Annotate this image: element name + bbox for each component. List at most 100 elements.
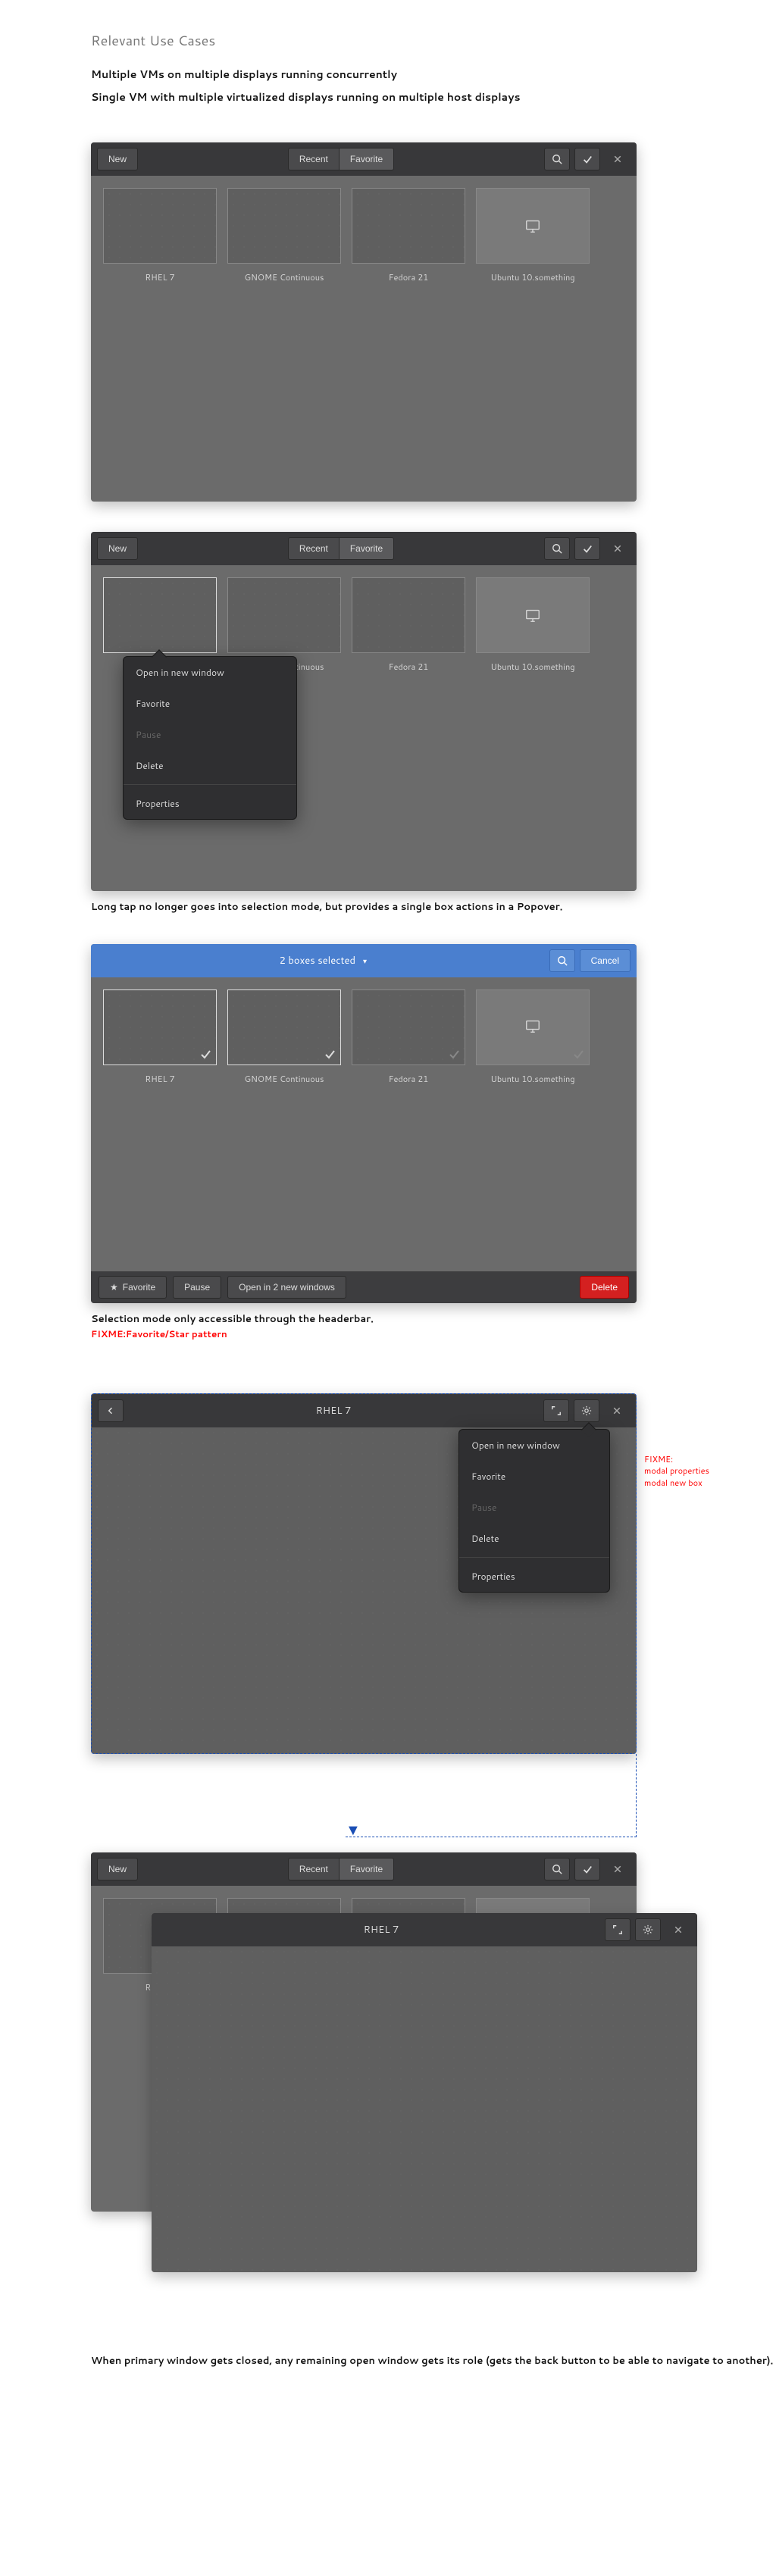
box-thumbnail (352, 577, 465, 653)
search-button[interactable] (544, 537, 570, 560)
section-heading: Relevant Use Cases (91, 30, 776, 50)
tab-recent[interactable]: Recent (288, 537, 340, 560)
tab-recent[interactable]: Recent (288, 148, 340, 170)
back-button[interactable] (98, 1399, 124, 1422)
search-icon (552, 154, 562, 164)
new-button[interactable]: New (97, 537, 138, 560)
popover-delete[interactable]: Delete (124, 750, 296, 781)
fullscreen-button[interactable] (543, 1399, 569, 1422)
box-label: GNOME Continuous (227, 1073, 341, 1085)
tab-favorite[interactable]: Favorite (340, 537, 394, 560)
box-item[interactable]: Ubuntu 10.something (476, 989, 590, 1085)
box-label: GNOME Continuous (227, 271, 341, 283)
box-item[interactable]: Ubuntu 10.something (476, 577, 590, 673)
headerbar: New Recent Favorite (91, 532, 637, 565)
boxes-window-detail: RHEL 7 (91, 1393, 637, 1754)
fullscreen-icon (551, 1405, 562, 1416)
box-thumbnail (227, 989, 341, 1065)
cancel-button[interactable]: Cancel (580, 949, 630, 972)
popover-separator (459, 1557, 609, 1558)
box-thumbnail (476, 577, 590, 653)
search-button[interactable] (544, 148, 570, 170)
select-button[interactable] (574, 1858, 600, 1880)
box-label: Ubuntu 10.something (476, 1073, 590, 1085)
close-button[interactable] (665, 1918, 691, 1941)
box-label: Fedora 21 (352, 661, 465, 673)
fullscreen-icon (612, 1924, 623, 1935)
box-label: Fedora 21 (352, 1073, 465, 1085)
headerbar: New Recent Favorite (91, 142, 637, 176)
box-thumbnail (476, 188, 590, 264)
headerbar: New Recent Favorite (91, 1852, 637, 1886)
new-button[interactable]: New (97, 148, 138, 170)
selection-title-text: 2 boxes selected (280, 954, 355, 968)
popover-pause: Pause (124, 719, 296, 750)
unselected-check-icon (448, 1048, 460, 1060)
close-button[interactable] (605, 537, 630, 560)
search-button[interactable] (544, 1858, 570, 1880)
close-button[interactable] (604, 1399, 630, 1422)
caption-longtap: Long tap no longer goes into selection m… (91, 900, 776, 914)
check-icon (582, 543, 593, 554)
select-button[interactable] (574, 148, 600, 170)
close-icon (612, 1406, 621, 1415)
box-thumbnail (476, 989, 590, 1065)
display-icon (524, 1018, 541, 1034)
box-grid: RHEL 7 GNOME Continuous Fedora 21 (103, 188, 624, 283)
box-label: Ubuntu 10.something (476, 271, 590, 283)
tab-recent[interactable]: Recent (288, 1858, 340, 1880)
box-item[interactable]: RHEL 7 (103, 989, 217, 1085)
box-label: RHEL 7 (103, 271, 217, 283)
popover-properties[interactable]: Properties (124, 788, 296, 819)
box-thumbnail (227, 577, 341, 653)
fullscreen-button[interactable] (605, 1918, 630, 1941)
tab-favorite[interactable]: Favorite (340, 1858, 394, 1880)
action-pause[interactable]: Pause (173, 1276, 221, 1299)
box-thumbnail (103, 188, 217, 264)
box-item[interactable]: GNOME Continuous (227, 188, 341, 283)
close-icon (613, 155, 622, 164)
action-open-new[interactable]: Open in 2 new windows (227, 1276, 346, 1299)
close-button[interactable] (605, 148, 630, 170)
search-icon (552, 543, 562, 554)
action-favorite[interactable]: ★ Favorite (99, 1276, 167, 1299)
actions-button[interactable] (574, 1399, 599, 1422)
unselected-check-icon (572, 1048, 584, 1060)
check-icon (582, 154, 593, 164)
box-thumbnail (352, 188, 465, 264)
box-item[interactable]: RHEL 7 (103, 188, 217, 283)
box-label: Ubuntu 10.something (476, 661, 590, 673)
search-button[interactable] (549, 949, 575, 972)
action-favorite-label: Favorite (123, 1282, 155, 1293)
search-icon (557, 955, 568, 966)
display-icon (524, 607, 541, 624)
actions-button[interactable] (635, 1918, 661, 1941)
headerbar: RHEL 7 (92, 1394, 636, 1427)
box-item[interactable]: Ubuntu 10.something (476, 188, 590, 283)
box-item[interactable]: GNOME Continuous (227, 989, 341, 1085)
window-title: RHEL 7 (130, 1404, 537, 1418)
popover-open-new[interactable]: Open in new window (124, 657, 296, 688)
select-button[interactable] (574, 537, 600, 560)
actions-popover: Open in new window Favorite Pause Delete… (458, 1429, 610, 1593)
close-icon (613, 1865, 622, 1874)
box-thumbnail (352, 989, 465, 1065)
chevron-down-icon (360, 954, 367, 968)
caption-selection: Selection mode only accessible through t… (91, 1312, 776, 1326)
popover-favorite[interactable]: Favorite (459, 1461, 609, 1492)
tab-favorite[interactable]: Favorite (340, 148, 394, 170)
popover-favorite[interactable]: Favorite (124, 688, 296, 719)
new-button[interactable]: New (97, 1858, 138, 1880)
box-item[interactable]: Fedora 21 (352, 188, 465, 283)
action-delete[interactable]: Delete (580, 1276, 629, 1299)
box-item[interactable]: Fedora 21 (352, 577, 465, 673)
box-label: RHEL 7 (103, 1073, 217, 1085)
selected-check-icon (324, 1048, 336, 1060)
vm-display-area[interactable] (152, 1946, 697, 2272)
box-item[interactable]: Fedora 21 (352, 989, 465, 1085)
popover-properties[interactable]: Properties (459, 1561, 609, 1592)
boxes-window-selection: 2 boxes selected Cancel (91, 944, 637, 1303)
close-button[interactable] (605, 1858, 630, 1880)
popover-delete[interactable]: Delete (459, 1523, 609, 1554)
selection-title[interactable]: 2 boxes selected (103, 954, 543, 968)
